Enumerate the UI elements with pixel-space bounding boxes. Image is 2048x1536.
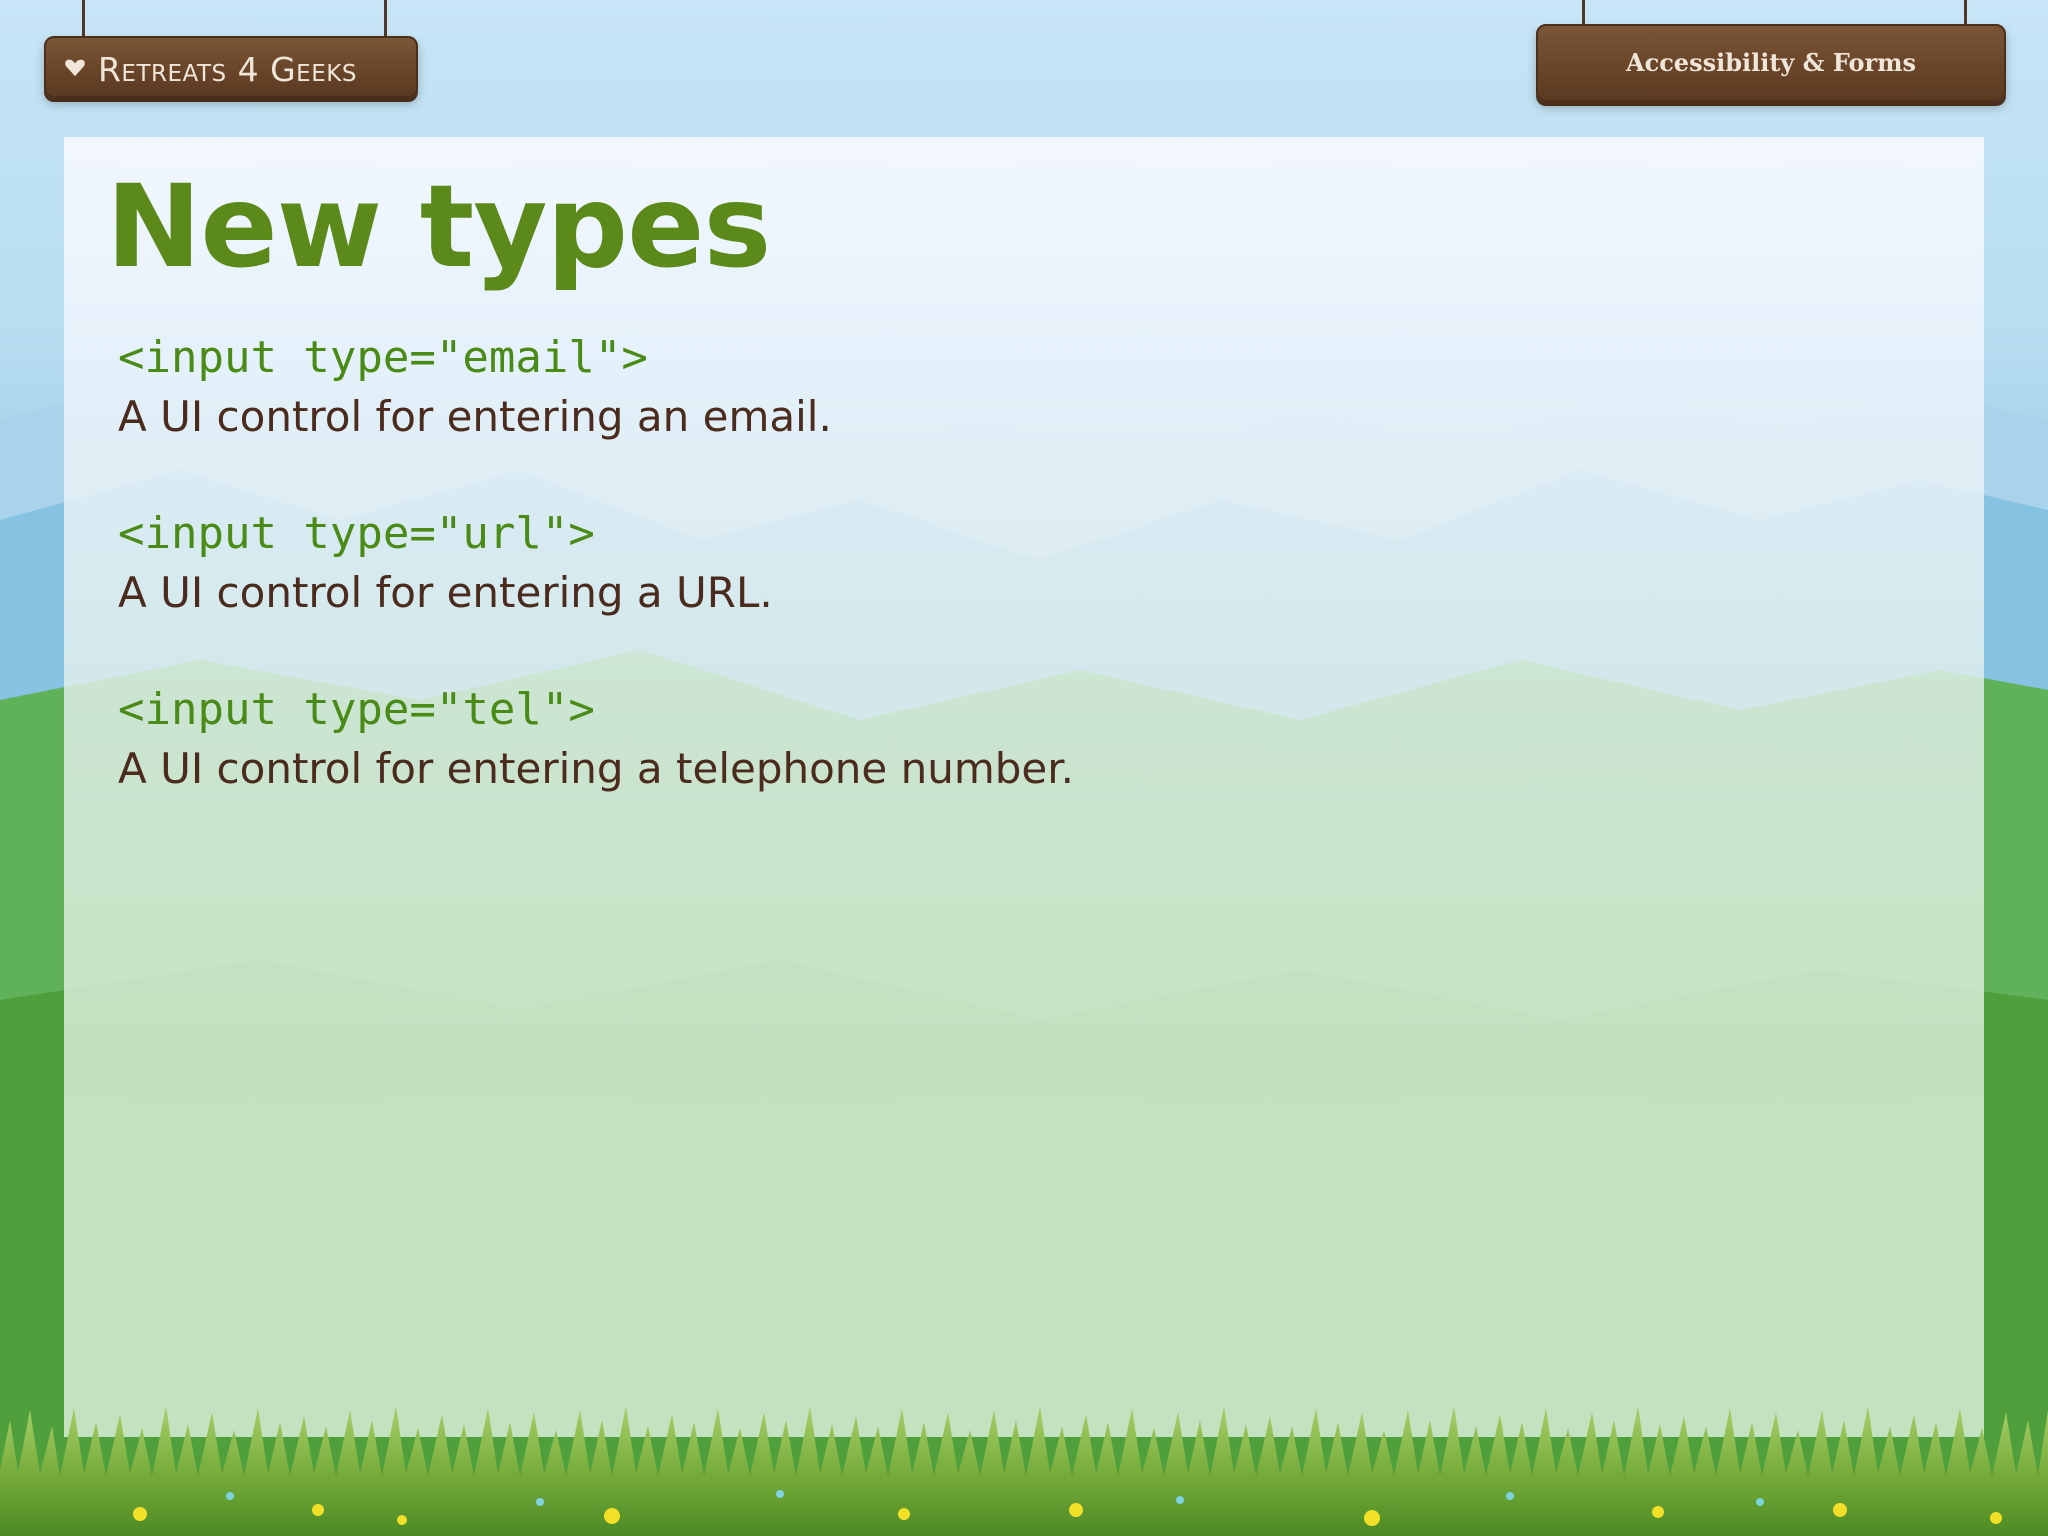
section-signboard: Accessibility & Forms [1536,24,2006,102]
url-input-code: <input type="url"> [118,508,595,559]
brand-sign-rope-left [82,0,85,40]
email-input-description: A UI control for entering an email. [118,392,832,441]
brand-sign-rope-right [384,0,387,40]
brand-signboard: Retreats 4 Geeks [44,36,418,98]
slide-title: New types [106,160,771,293]
section-title: Accessibility & Forms [1625,48,1917,77]
email-input-code: <input type="email"> [118,332,648,383]
heart-icon [65,59,85,77]
brand-name: Retreats 4 Geeks [98,50,357,89]
url-input-description: A UI control for entering a URL. [118,568,773,617]
grass-border [0,1406,2048,1536]
tel-input-description: A UI control for entering a telephone nu… [118,744,1075,793]
tel-input-code: <input type="tel"> [118,684,595,735]
